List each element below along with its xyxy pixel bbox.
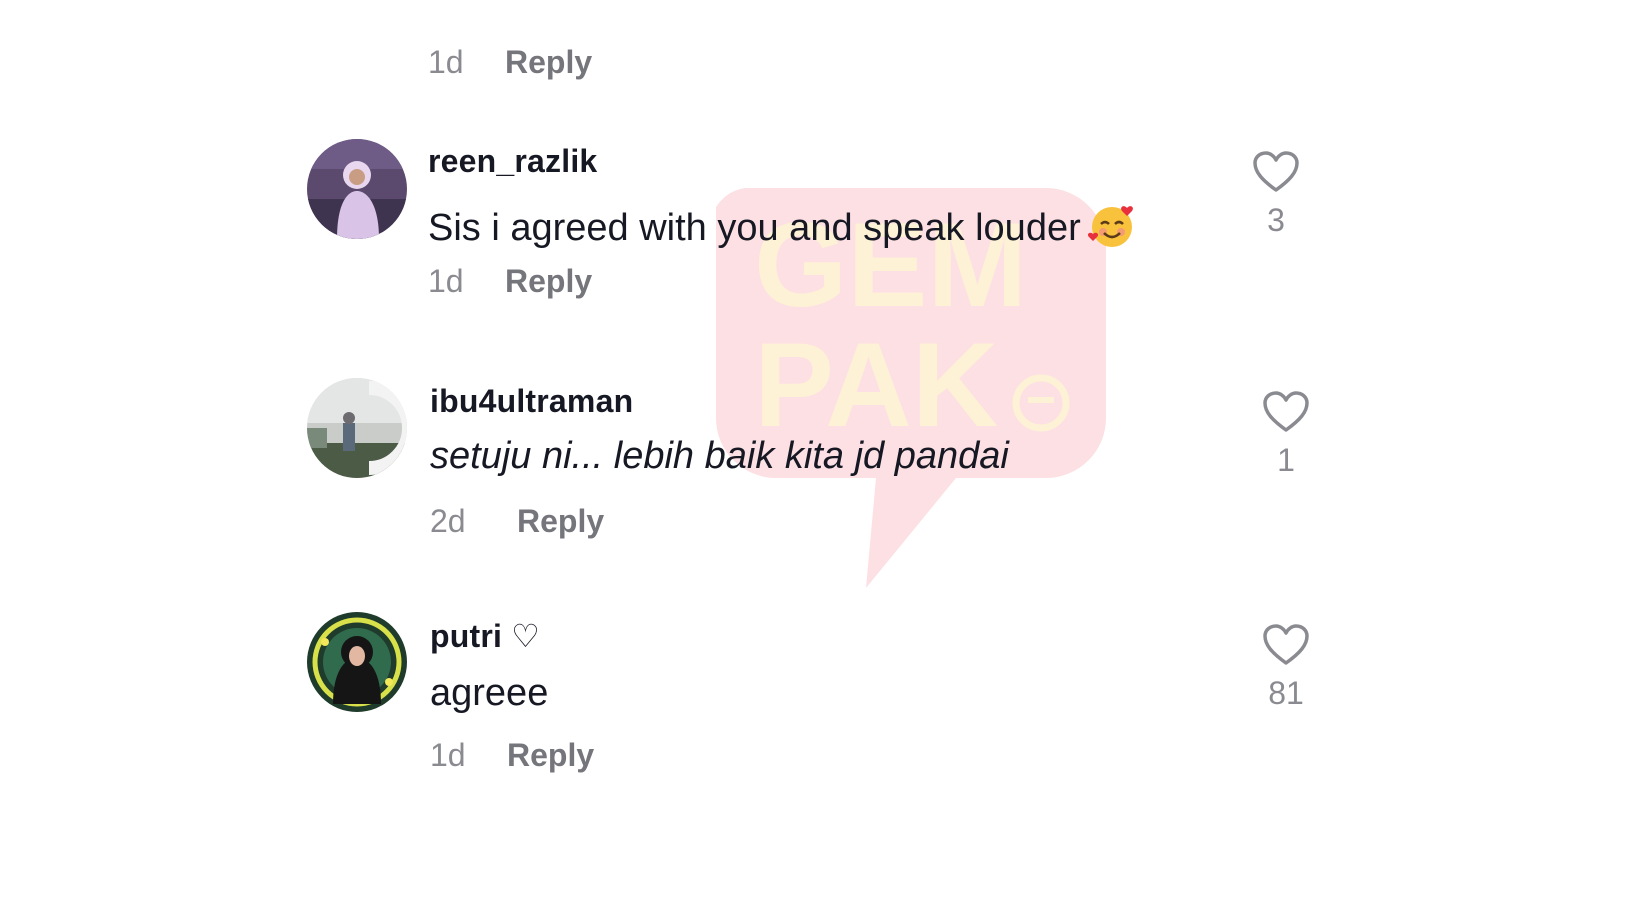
reply-button[interactable]: Reply — [507, 737, 594, 774]
heart-icon — [1263, 624, 1309, 665]
like-count: 1 — [1277, 442, 1295, 478]
like-count: 3 — [1267, 202, 1285, 238]
like-button[interactable]: 3 — [1246, 150, 1306, 239]
comment-text: Sis i agreed with you and speak louder — [428, 200, 1137, 250]
avatar[interactable] — [307, 612, 407, 712]
smiling-face-with-hearts-icon — [1087, 206, 1133, 247]
heart-icon — [1253, 151, 1299, 192]
avatar[interactable] — [307, 139, 407, 239]
heart-icon — [1263, 391, 1309, 432]
comment-time: 1d — [430, 737, 466, 773]
reply-button[interactable]: Reply — [505, 263, 592, 300]
watermark-line2: PAK — [754, 318, 998, 452]
reply-button[interactable]: Reply — [505, 44, 592, 81]
avatar-image — [307, 378, 407, 478]
like-button[interactable]: 81 — [1256, 623, 1316, 712]
comment-username[interactable]: putri ♡ — [430, 617, 540, 655]
comment-text: setuju ni... lebih baik kita jd pandai — [430, 435, 1009, 477]
comment-username[interactable]: ibu4ultraman — [430, 383, 633, 420]
reply-button[interactable]: Reply — [517, 503, 604, 540]
avatar-image — [307, 612, 407, 712]
comment-time: 1d — [428, 263, 464, 299]
comment-time: 2d — [430, 503, 466, 539]
avatar-image — [307, 139, 407, 239]
comment-username[interactable]: reen_razlik — [428, 143, 597, 180]
avatar[interactable] — [307, 378, 407, 478]
like-count: 81 — [1268, 675, 1304, 711]
comment-text: agreee — [430, 672, 549, 714]
comment-text-content: Sis i agreed with you and speak louder — [428, 207, 1081, 249]
comment-time: 1d — [428, 44, 464, 80]
like-button[interactable]: 1 — [1256, 390, 1316, 479]
